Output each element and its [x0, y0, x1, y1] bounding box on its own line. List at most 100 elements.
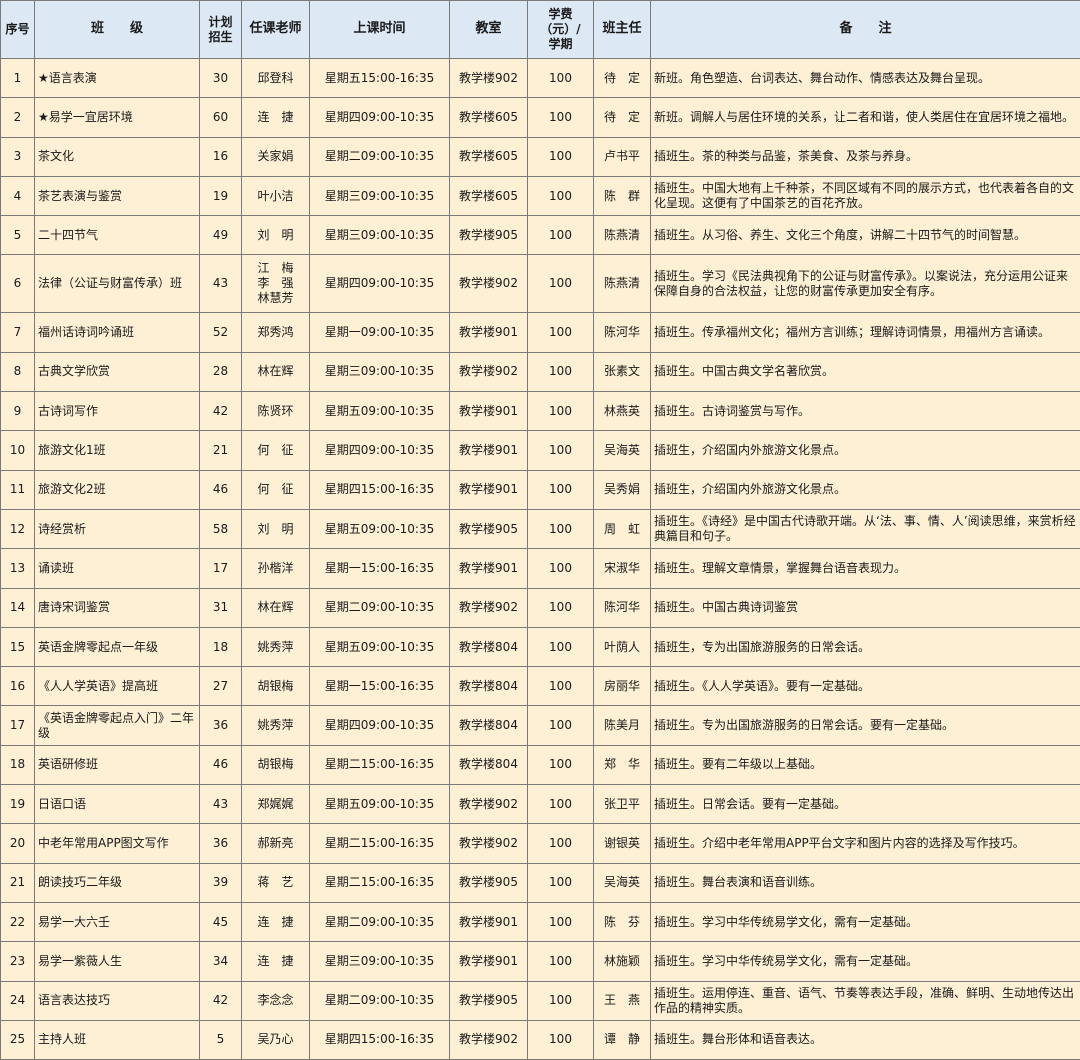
cell-room: 教学楼901	[449, 430, 528, 471]
cell-note: 插班生。学习中华传统易学文化，需有一定基础。	[650, 901, 1080, 943]
cell-room: 教学楼902	[449, 823, 528, 864]
cell-teacher: 邱登科	[241, 57, 310, 99]
cell-no: 2	[0, 97, 35, 138]
cell-head-teacher: 房丽华	[593, 666, 651, 707]
cell-note: 插班生。学习《民法典视角下的公证与财富传承》。以案说法，充分运用公证来保障自身的…	[650, 254, 1080, 314]
cell-room: 教学楼902	[449, 57, 528, 99]
table-row: 15 英语金牌零起点一年级 18 姚秀萍 星期五09:00-10:35 教学楼804 100…	[0, 626, 1080, 668]
cell-fee: 100	[527, 980, 594, 1021]
cell-room: 教学楼902	[449, 784, 528, 825]
cell-time: 星期二09:00-10:35	[309, 980, 450, 1021]
cell-room: 教学楼804	[449, 705, 528, 746]
cell-no: 20	[0, 823, 35, 864]
cell-teacher: 连 捷	[241, 941, 310, 982]
cell-time: 星期五09:00-10:35	[309, 626, 450, 668]
cell-planned: 30	[199, 57, 242, 99]
cell-planned: 36	[199, 705, 242, 746]
cell-class: 诗经赏析	[34, 508, 200, 550]
cell-fee: 100	[527, 587, 594, 628]
cell-class: 易学一大六壬	[34, 901, 200, 943]
cell-fee: 100	[527, 351, 594, 393]
table-row: 5 二十四节气 49 刘 明星期三09:00-10:35 教学楼905 100 陈燕清 插班生…	[0, 215, 1080, 256]
cell-note: 插班生。从习俗、养生、文化三个角度，讲解二十四节气的时间智慧。	[650, 215, 1080, 256]
cell-planned: 39	[199, 862, 242, 903]
cell-teacher: 姚秀萍	[241, 626, 310, 668]
cell-teacher: 孙楷洋	[241, 548, 310, 589]
cell-head-teacher: 待 定	[593, 57, 651, 99]
cell-class: ★易学一宜居环境	[34, 97, 200, 138]
table-row: 1 ★语言表演 30 邱登科 星期五15:00-16:35 教学楼902 100 待 定新班。…	[0, 57, 1080, 99]
cell-teacher: 连 捷	[241, 97, 310, 138]
cell-time: 星期一09:00-10:35	[309, 312, 450, 353]
cell-class: 茶文化	[34, 136, 200, 177]
cell-class: 英语金牌零起点一年级	[34, 626, 200, 668]
cell-room: 教学楼905	[449, 215, 528, 256]
cell-time: 星期二15:00-16:35	[309, 862, 450, 903]
cell-teacher: 何 征	[241, 430, 310, 471]
table-row: 16 《人人学英语》提高班 27 胡银梅 星期一15:00-16:35 教学楼804 100…	[0, 666, 1080, 707]
cell-head-teacher: 陈美月	[593, 705, 651, 746]
cell-class: 二十四节气	[34, 215, 200, 256]
cell-no: 17	[0, 705, 35, 746]
cell-room: 教学楼605	[449, 97, 528, 138]
cell-note: 插班生。要有二年级以上基础。	[650, 744, 1080, 786]
cell-room: 教学楼902	[449, 351, 528, 393]
cell-teacher: 郝新亮	[241, 823, 310, 864]
cell-planned: 45	[199, 901, 242, 943]
cell-time: 星期二15:00-16:35	[309, 744, 450, 786]
cell-no: 19	[0, 784, 35, 825]
cell-fee: 100	[527, 469, 594, 510]
cell-teacher: 林在辉	[241, 351, 310, 393]
cell-room: 教学楼902	[449, 587, 528, 628]
cell-note: 插班生，专为出国旅游服务的日常会话。	[650, 626, 1080, 668]
cell-no: 22	[0, 901, 35, 943]
cell-head-teacher: 陈燕清	[593, 215, 651, 256]
table-row: 19 日语口语 43 郑娓娓 星期五09:00-10:35 教学楼902 100 张卫平 插班生…	[0, 784, 1080, 825]
cell-no: 24	[0, 980, 35, 1021]
cell-note: 插班生。介绍中老年常用APP平台文字和图片内容的选择及写作技巧。	[650, 823, 1080, 864]
cell-planned: 52	[199, 312, 242, 353]
cell-no: 6	[0, 254, 35, 314]
table-row: 24 语言表达技巧 42 李念念 星期二09:00-10:35 教学楼905 100 王 燕插…	[0, 980, 1080, 1021]
cell-no: 21	[0, 862, 35, 903]
table-row: 2 ★易学一宜居环境 60 连 捷星期四09:00-10:35 教学楼605 100 待 定…	[0, 97, 1080, 138]
cell-head-teacher: 卢书平	[593, 136, 651, 177]
cell-note: 插班生。《人人学英语》。要有一定基础。	[650, 666, 1080, 707]
cell-note: 插班生。传承福州文化；福州方言训练；理解诗词情景，用福州方言诵读。	[650, 312, 1080, 353]
cell-room: 教学楼905	[449, 862, 528, 903]
cell-note: 插班生。舞台表演和语音训练。	[650, 862, 1080, 903]
cell-teacher: 江 梅 李 强 林慧芳	[241, 254, 310, 314]
table-row: 25 主持人班 5 吴乃心 星期四15:00-16:35 教学楼902 100 谭 静插班生。…	[0, 1019, 1080, 1060]
cell-class: 古诗词写作	[34, 391, 200, 432]
cell-fee: 100	[527, 312, 594, 353]
cell-teacher: 关家娟	[241, 136, 310, 177]
cell-note: 插班生。中国古典文学名著欣赏。	[650, 351, 1080, 393]
header-no: 序号	[0, 0, 35, 59]
cell-teacher: 李念念	[241, 980, 310, 1021]
header-room: 教室	[449, 0, 528, 59]
cell-time: 星期一15:00-16:35	[309, 548, 450, 589]
cell-fee: 100	[527, 57, 594, 99]
cell-time: 星期五09:00-10:35	[309, 784, 450, 825]
table-row: 18 英语研修班 46 胡银梅 星期二15:00-16:35 教学楼804 100 郑 华插班…	[0, 744, 1080, 786]
cell-teacher: 叶小洁	[241, 175, 310, 217]
cell-time: 星期二09:00-10:35	[309, 136, 450, 177]
cell-head-teacher: 郑 华	[593, 744, 651, 786]
cell-time: 星期三09:00-10:35	[309, 351, 450, 393]
cell-note: 插班生。理解文章情景，掌握舞台语音表现力。	[650, 548, 1080, 589]
header-class: 班 级	[34, 0, 200, 59]
table-row: 20 中老年常用APP图文写作 36 郝新亮 星期二15:00-16:35 教学楼902 1…	[0, 823, 1080, 864]
cell-teacher: 姚秀萍	[241, 705, 310, 746]
header-fee: 学费 （元）/ 学期	[527, 0, 594, 59]
cell-room: 教学楼905	[449, 508, 528, 550]
cell-planned: 27	[199, 666, 242, 707]
cell-fee: 100	[527, 391, 594, 432]
cell-room: 教学楼901	[449, 312, 528, 353]
cell-room: 教学楼902	[449, 254, 528, 314]
cell-no: 1	[0, 57, 35, 99]
table-row: 10 旅游文化1班 21 何 征星期四09:00-10:35 教学楼901 100 吴海英插…	[0, 430, 1080, 471]
cell-time: 星期四09:00-10:35	[309, 254, 450, 314]
cell-room: 教学楼804	[449, 626, 528, 668]
cell-class: 《英语金牌零起点入门》二年级	[34, 705, 200, 746]
cell-planned: 46	[199, 469, 242, 510]
